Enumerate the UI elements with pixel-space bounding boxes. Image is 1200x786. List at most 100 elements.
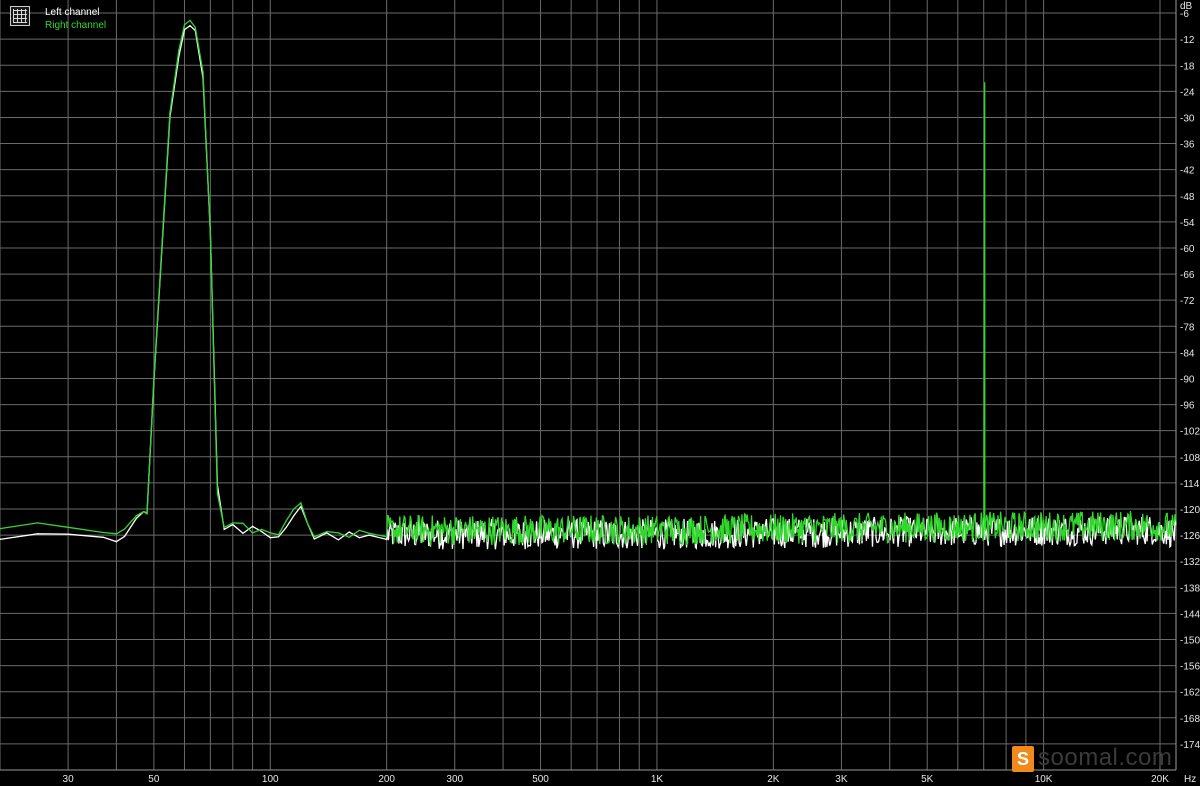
x-tick-label: 500 [532,774,549,785]
data-point [142,511,145,513]
spectrum-chart: 30 50 100 200 300 500 1K 2K 3K 5K 10K 20K -6 -12 -18-… [0,0,1200,786]
y-tick-label: -48 [1180,192,1195,203]
y-tick-label: -144 [1180,609,1200,620]
data-point [983,530,985,532]
data-point [277,534,280,536]
data-point [135,515,137,517]
data-point [242,522,244,524]
data-point [202,71,204,73]
data-point [313,536,315,538]
y-tick-label: -120 [1180,505,1200,516]
x-tick-label: 100 [262,774,279,785]
y-tick-label: -30 [1180,113,1195,124]
soomal-logo-icon: S [1012,746,1034,772]
y-tick-label: -84 [1180,348,1195,359]
y-tick-label: -126 [1180,531,1200,542]
x-tick-label: 5K [921,774,934,785]
y-tick-label: -114 [1180,479,1200,490]
data-point [326,532,328,534]
spectrum-plot: 30 50 100 200 300 500 1K 2K 3K 5K 10K 20K -6-12-18-… [0,0,1200,785]
data-point [368,534,370,536]
grid [0,0,1177,771]
data-point [232,522,234,524]
x-tick-label: 3K [835,774,848,785]
y-tick-label: -90 [1180,374,1195,385]
data-point [194,26,196,28]
data-point [189,25,191,27]
y-tick-label: -66 [1180,270,1195,281]
grid-icon [10,6,30,26]
y-tick-label: -156 [1180,662,1200,673]
data-point [261,531,263,533]
data-point [124,528,126,530]
data-point [153,378,155,380]
data-point [232,524,234,526]
y-tick-label: -12 [1180,35,1195,46]
y-tick-label: -102 [1180,427,1200,438]
y-tick-label: -60 [1180,244,1195,255]
data-point [169,112,171,114]
y-tick-label: -150 [1180,635,1200,646]
data-point [386,536,388,538]
x-tick-label: 2K [767,774,780,785]
data-point [183,24,186,26]
x-tick-label: 1K [651,774,664,785]
data-point [223,526,225,528]
y-axis: -6-12-18-24-30-36-42-48-54-60-66-72-78-8… [1180,9,1200,751]
x-tick-label: 200 [378,774,395,785]
right-channel-line [0,19,1177,547]
data-point [348,536,350,538]
y-tick-label: -78 [1180,322,1195,333]
x-axis-unit-label: Hz [1184,774,1196,785]
y-tick-label: -18 [1180,61,1195,72]
data-point [67,526,69,528]
x-tick-label: 50 [148,774,160,785]
y-tick-label: -162 [1180,688,1200,699]
data-point [115,541,117,543]
data-point [252,525,254,528]
data-point [368,532,370,534]
data-point [985,530,987,532]
legend-right-channel: Right channel [45,20,107,31]
data-point [300,502,302,504]
data-point [146,513,148,515]
series-layer [0,19,1177,550]
x-axis: 30 50 100 200 300 500 1K 2K 3K 5K 10K 20K [63,774,1170,785]
data-point [36,522,39,524]
y-tick-label: -72 [1180,296,1195,307]
data-point [252,532,254,534]
data-point [269,537,271,539]
data-point [326,531,328,533]
data-point [261,528,263,531]
y-tick-label: -168 [1180,714,1200,725]
data-point [386,538,388,541]
y-tick-label: -24 [1180,87,1195,98]
y-tick-label: -138 [1180,583,1200,594]
x-tick-label: 20K [1151,774,1169,785]
data-point [242,532,244,534]
watermark-text: soomal.com [1038,744,1173,771]
data-point [307,523,309,525]
x-tick-label: 300 [446,774,463,785]
y-tick-label: -96 [1180,401,1195,412]
data-point [293,508,295,510]
data-point [277,536,280,538]
data-point [269,532,271,534]
data-point [348,531,350,533]
x-tick-label: 10K [1035,774,1053,785]
data-point [36,533,39,535]
data-point [124,535,126,538]
data-point [67,533,69,535]
data-point [358,537,360,539]
data-point [135,518,137,520]
y-tick-label: -36 [1180,140,1195,151]
x-tick-label: 30 [63,774,75,785]
y-tick-label: -54 [1180,218,1195,229]
y-tick-label: -42 [1180,166,1195,177]
data-point [285,526,287,528]
data-point [285,520,287,522]
y-tick-label: -132 [1180,557,1200,568]
data-point [337,539,339,541]
data-point [115,533,117,535]
data-point [223,528,225,531]
